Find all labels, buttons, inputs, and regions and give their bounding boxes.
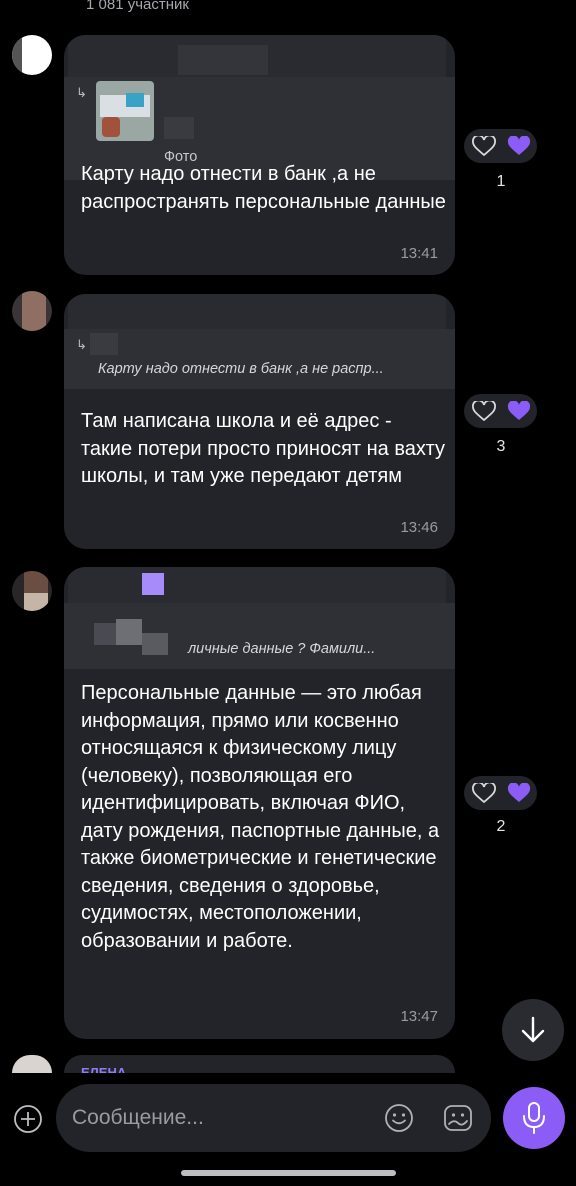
message-text: Карту надо отнести в банк ,а не распрост… [81, 163, 446, 213]
quoted-message[interactable]: личные данные ? Фамили... [64, 603, 455, 669]
sticker-icon[interactable] [443, 1103, 473, 1133]
arrow-down-icon [521, 1016, 545, 1043]
quote-text: личные данные ? Фамили... [188, 641, 376, 657]
message-time: 13:46 [400, 519, 438, 536]
message-input-placeholder: Сообщение... [72, 1106, 204, 1129]
avatar[interactable] [12, 291, 52, 331]
heart-filled-icon[interactable] [507, 783, 531, 803]
message-time: 13:41 [400, 245, 438, 262]
message-input[interactable]: Сообщение... [56, 1084, 491, 1152]
message-bubble[interactable]: ↳ Фото Карту надо отнести в банк ,а не р… [64, 35, 455, 275]
emoji-icon[interactable] [384, 1103, 414, 1133]
message-bubble[interactable]: ↳ Карту надо отнести в банк ,а не распр.… [64, 294, 455, 549]
reaction-count: 1 [496, 173, 506, 190]
quote-text: Карту надо отнести в банк ,а не распр... [98, 361, 384, 377]
members-count: 1 081 участник [86, 0, 189, 13]
reactions[interactable] [464, 776, 537, 810]
message-bubble[interactable]: личные данные ? Фамили... Персональные д… [64, 567, 455, 1039]
avatar[interactable] [12, 1055, 52, 1073]
heart-outline-icon[interactable] [472, 136, 496, 156]
message-text: Там написана школа и её адрес - такие по… [81, 410, 446, 487]
photo-thumbnail[interactable] [96, 81, 154, 141]
heart-outline-icon[interactable] [472, 401, 496, 421]
reply-arrow-icon: ↳ [76, 85, 87, 100]
message-time: 13:47 [400, 1008, 438, 1025]
reactions[interactable] [464, 129, 537, 163]
add-icon[interactable] [13, 1104, 43, 1134]
sender-name[interactable]: ЕЛЕНА [81, 1065, 126, 1073]
reaction-count: 2 [496, 818, 506, 835]
heart-outline-icon[interactable] [472, 783, 496, 803]
voice-message-button[interactable] [503, 1087, 565, 1149]
scroll-to-bottom-button[interactable] [502, 999, 564, 1061]
quoted-message[interactable]: ↳ Карту надо отнести в банк ,а не распр.… [64, 329, 455, 389]
home-indicator [181, 1170, 396, 1176]
message-bubble[interactable]: ЕЛЕНА [64, 1055, 455, 1073]
reaction-count: 3 [496, 438, 506, 455]
heart-filled-icon[interactable] [507, 401, 531, 421]
message-text: Персональные данные — это любая информац… [81, 682, 440, 952]
avatar[interactable] [12, 35, 52, 75]
heart-filled-icon[interactable] [507, 136, 531, 156]
mic-icon [523, 1102, 545, 1134]
avatar[interactable] [12, 571, 52, 611]
reactions[interactable] [464, 394, 537, 428]
reply-arrow-icon: ↳ [76, 337, 87, 352]
sender-name-redacted[interactable] [68, 35, 455, 77]
